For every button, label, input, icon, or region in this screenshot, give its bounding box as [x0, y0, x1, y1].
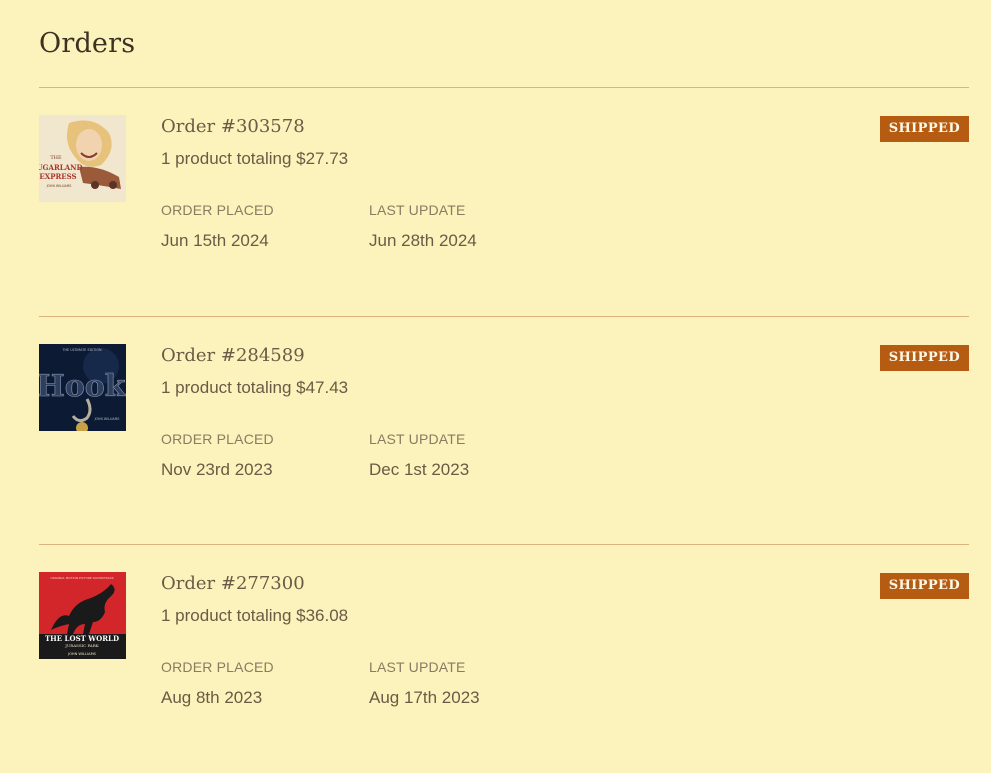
svg-text:ORIGINAL MOTION PICTURE SOUNDT: ORIGINAL MOTION PICTURE SOUNDTRACK	[50, 576, 114, 580]
svg-text:JOHN WILLIAMS: JOHN WILLIAMS	[46, 184, 72, 188]
last-update-label: LAST UPDATE	[369, 659, 466, 675]
order-placed-label: ORDER PLACED	[161, 202, 274, 218]
svg-text:THE ULTIMATE EDITION: THE ULTIMATE EDITION	[61, 348, 102, 352]
svg-text:THE: THE	[50, 155, 62, 161]
product-thumbnail[interactable]: ORIGINAL MOTION PICTURE SOUNDTRACK THE L…	[39, 572, 126, 659]
last-update-date: Dec 1st 2023	[369, 460, 470, 479]
order-summary: 1 product totaling $27.73	[161, 149, 349, 168]
order-summary: 1 product totaling $36.08	[161, 606, 349, 625]
svg-text:JOHN WILLIAMS: JOHN WILLIAMS	[67, 652, 97, 656]
status-badge: SHIPPED	[879, 116, 969, 142]
order-card: THE ULTIMATE EDITION Hook JOHN WILLIAMS …	[39, 316, 969, 545]
last-update-label: LAST UPDATE	[369, 202, 466, 218]
order-placed-date: Nov 23rd 2023	[161, 460, 273, 479]
svg-text:Hook: Hook	[39, 369, 126, 404]
order-number[interactable]: Order #284589	[161, 345, 305, 366]
order-card: THE SUGARLAND EXPRESS JOHN WILLIAMS Orde…	[39, 87, 969, 316]
order-number[interactable]: Order #277300	[161, 573, 305, 594]
product-thumbnail[interactable]: THE ULTIMATE EDITION Hook JOHN WILLIAMS	[39, 344, 126, 431]
order-number[interactable]: Order #303578	[161, 116, 305, 137]
page-title: Orders	[39, 28, 136, 59]
album-cover-lost-world-icon: ORIGINAL MOTION PICTURE SOUNDTRACK THE L…	[39, 572, 126, 659]
status-badge: SHIPPED	[879, 345, 969, 371]
last-update-date: Jun 28th 2024	[369, 231, 477, 250]
svg-text:JURASSIC PARK: JURASSIC PARK	[64, 643, 99, 648]
svg-text:EXPRESS: EXPRESS	[39, 172, 76, 181]
svg-text:THE LOST WORLD: THE LOST WORLD	[45, 634, 119, 643]
product-thumbnail[interactable]: THE SUGARLAND EXPRESS JOHN WILLIAMS	[39, 115, 126, 202]
order-placed-label: ORDER PLACED	[161, 431, 274, 447]
order-card: ORIGINAL MOTION PICTURE SOUNDTRACK THE L…	[39, 544, 969, 773]
last-update-date: Aug 17th 2023	[369, 688, 480, 707]
svg-text:JOHN WILLIAMS: JOHN WILLIAMS	[94, 417, 120, 421]
order-placed-label: ORDER PLACED	[161, 659, 274, 675]
svg-text:SUGARLAND: SUGARLAND	[39, 163, 83, 172]
order-placed-date: Aug 8th 2023	[161, 688, 263, 707]
album-cover-sugarland-express-icon: THE SUGARLAND EXPRESS JOHN WILLIAMS	[39, 115, 126, 202]
status-badge: SHIPPED	[879, 573, 969, 599]
last-update-label: LAST UPDATE	[369, 431, 466, 447]
album-cover-hook-icon: THE ULTIMATE EDITION Hook JOHN WILLIAMS	[39, 344, 126, 431]
order-placed-date: Jun 15th 2024	[161, 231, 269, 250]
order-summary: 1 product totaling $47.43	[161, 378, 349, 397]
